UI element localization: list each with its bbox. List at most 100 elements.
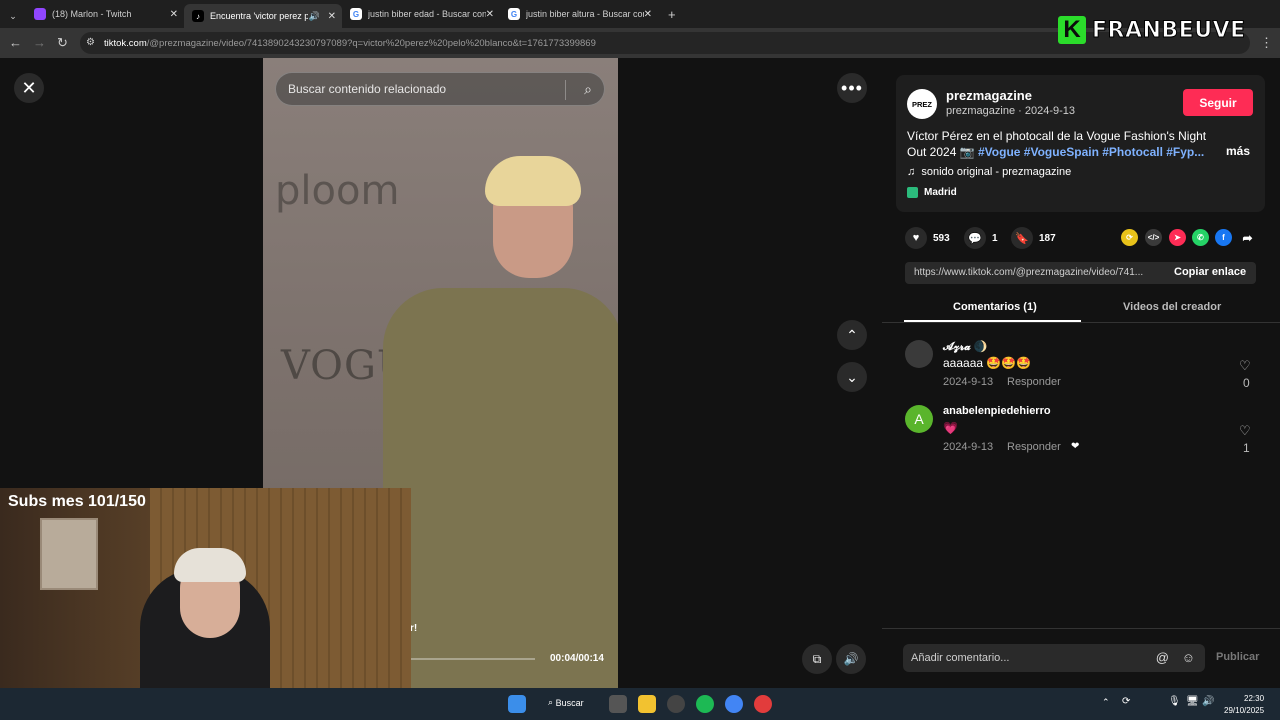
watermark-logo: K — [1058, 16, 1086, 44]
spotify-icon[interactable] — [696, 695, 714, 713]
commenter-name[interactable]: 𝓐𝔃𝓻𝓪 🌒 — [943, 340, 987, 354]
related-search-input[interactable]: Buscar contenido relacionado ⌕ — [275, 72, 605, 106]
volume-button[interactable]: 🔊 — [836, 644, 866, 674]
video-person-hair — [485, 156, 581, 206]
save-count: 187 — [1039, 232, 1056, 244]
heart-outline-icon[interactable]: ♡ — [1239, 358, 1251, 374]
copy-link-row: https://www.tiktok.com/@prezmagazine/vid… — [905, 262, 1256, 284]
mention-icon[interactable]: @ — [1156, 650, 1169, 665]
tray-overflow-icon[interactable]: ⌃ — [1102, 697, 1110, 708]
comment-count: 1 — [992, 232, 998, 244]
comment-placeholder: Añadir comentario... — [911, 652, 1010, 664]
app-icon[interactable] — [754, 695, 772, 713]
file-explorer-icon[interactable] — [638, 695, 656, 713]
author-name[interactable]: prezmagazine — [946, 88, 1032, 103]
facebook-icon[interactable]: f — [1215, 229, 1232, 246]
tiktok-icon: ♪ — [192, 10, 204, 22]
like-stat[interactable]: ♥ 593 — [905, 227, 950, 249]
bookmark-icon[interactable]: 🔖 — [1011, 227, 1033, 249]
previous-video-button[interactable]: ⌃ — [837, 320, 867, 350]
commenter-avatar[interactable] — [905, 340, 933, 368]
video-link[interactable]: https://www.tiktok.com/@prezmagazine/vid… — [914, 267, 1164, 278]
tab-tiktok[interactable]: ♪ Encuentra 'victor perez pelo' 🔊 ✕ — [184, 4, 342, 28]
heart-icon[interactable]: ♥ — [905, 227, 927, 249]
reload-icon[interactable]: ↻ — [57, 35, 68, 51]
commenter-avatar[interactable]: A — [905, 405, 933, 433]
reply-button[interactable]: Responder — [1007, 441, 1061, 453]
like-count: 593 — [933, 232, 950, 244]
tray-sync-icon[interactable]: ⟳ — [1122, 696, 1130, 707]
comment-input[interactable]: Añadir comentario... @ ☺ — [903, 644, 1205, 672]
twitch-icon — [34, 8, 46, 20]
clock-date: 29/10/2025 — [1224, 706, 1265, 715]
video-progress-bar[interactable] — [410, 658, 535, 660]
speaker-icon[interactable]: 🔊 — [309, 11, 320, 22]
browser-menu-icon[interactable]: ⋮ — [1260, 35, 1273, 51]
forward-icon[interactable]: → — [33, 35, 46, 50]
microphone-icon[interactable]: 🎙 — [1168, 696, 1181, 707]
location-pin-icon — [907, 187, 918, 198]
whatsapp-icon[interactable]: ✆ — [1192, 229, 1209, 246]
chrome-icon[interactable] — [725, 695, 743, 713]
tab-google-altura[interactable]: G justin biber altura - Buscar con ✕ — [500, 4, 658, 24]
tab-twitch[interactable]: (18) Marlon - Twitch ✕ — [26, 4, 184, 24]
network-icon[interactable]: 🖥 — [1186, 696, 1199, 707]
taskbar-search[interactable]: ⌕ Buscar — [548, 697, 584, 708]
more-options-button[interactable]: ••• — [837, 73, 867, 103]
close-tab-icon[interactable]: ✕ — [644, 9, 652, 20]
reply-button[interactable]: Responder — [1007, 376, 1061, 388]
emoji-icon[interactable]: ☺ — [1182, 650, 1195, 665]
webcam-person-hair — [174, 548, 246, 582]
steam-icon[interactable] — [667, 695, 685, 713]
tab-creator-videos[interactable]: Videos del creador — [1123, 301, 1221, 313]
url-path: /@prezmagazine/video/7413890243230797089… — [146, 37, 596, 49]
comment-like-count: 1 — [1243, 441, 1250, 455]
embed-icon[interactable]: </> — [1145, 229, 1162, 246]
author-avatar[interactable]: PREZ — [907, 89, 937, 119]
comment-like-count: 0 — [1243, 376, 1250, 390]
tab-list-button[interactable]: ⌄ — [4, 6, 22, 26]
close-tab-icon[interactable]: ✕ — [328, 11, 336, 22]
task-view-icon[interactable] — [609, 695, 627, 713]
repost-icon[interactable]: ⟳ — [1121, 229, 1138, 246]
share-icon[interactable]: ➦ — [1239, 229, 1256, 246]
new-tab-button[interactable]: + — [660, 4, 684, 24]
compose-divider — [882, 628, 1280, 629]
sound-link[interactable]: ♫ sonido original - prezmagazine — [907, 166, 1071, 178]
follow-button[interactable]: Seguir — [1183, 89, 1253, 116]
music-note-icon: ♫ — [907, 166, 916, 178]
tab-comments[interactable]: Comentarios (1) — [953, 301, 1037, 313]
post-info-card: PREZ prezmagazine prezmagazine · 2024-9-… — [896, 75, 1265, 212]
url-host: tiktok.com — [104, 37, 147, 49]
google-icon: G — [350, 8, 362, 20]
send-to-friends-icon[interactable]: ➤ — [1169, 229, 1186, 246]
commenter-name[interactable]: anabelenpiedehierro — [943, 405, 1051, 417]
close-video-button[interactable]: ✕ — [14, 73, 44, 103]
tab-google-edad[interactable]: G justin biber edad - Buscar con ✕ — [342, 4, 500, 24]
creator-liked-icon: ❤ — [1071, 441, 1080, 452]
search-icon[interactable]: ⌕ — [584, 81, 592, 98]
volume-tray-icon[interactable]: 🔊 — [1202, 696, 1214, 707]
comment-icon[interactable]: 💬 — [964, 227, 986, 249]
copy-link-button[interactable]: Copiar enlace — [1174, 266, 1246, 278]
publish-button[interactable]: Publicar — [1216, 651, 1259, 663]
subs-goal-text: Subs mes 101/150 — [8, 493, 146, 510]
location-tag[interactable]: Madrid — [907, 187, 957, 198]
floating-player-button[interactable]: ⧉ — [802, 644, 832, 674]
google-icon: G — [508, 8, 520, 20]
site-info-icon[interactable]: ⚙ — [86, 37, 95, 48]
expand-description-link[interactable]: más — [1226, 144, 1250, 158]
search-icon: ⌕ — [548, 697, 554, 707]
hashtags[interactable]: #Vogue #VogueSpain #Photocall #Fyp... — [978, 145, 1204, 159]
close-tab-icon[interactable]: ✕ — [170, 9, 178, 20]
close-tab-icon[interactable]: ✕ — [486, 9, 494, 20]
save-stat[interactable]: 🔖 187 — [1011, 227, 1056, 249]
streamer-watermark: K FRANBEUVE — [1058, 16, 1246, 44]
back-icon[interactable]: ← — [9, 35, 22, 50]
next-video-button[interactable]: ⌄ — [837, 362, 867, 392]
comment-stat[interactable]: 💬 1 — [964, 227, 998, 249]
video-caption-fragment: r! — [410, 623, 418, 634]
windows-start-icon[interactable] — [508, 695, 526, 713]
heart-outline-icon[interactable]: ♡ — [1239, 423, 1251, 439]
taskbar-clock[interactable]: 22:30 29/10/2025 — [1224, 693, 1264, 717]
